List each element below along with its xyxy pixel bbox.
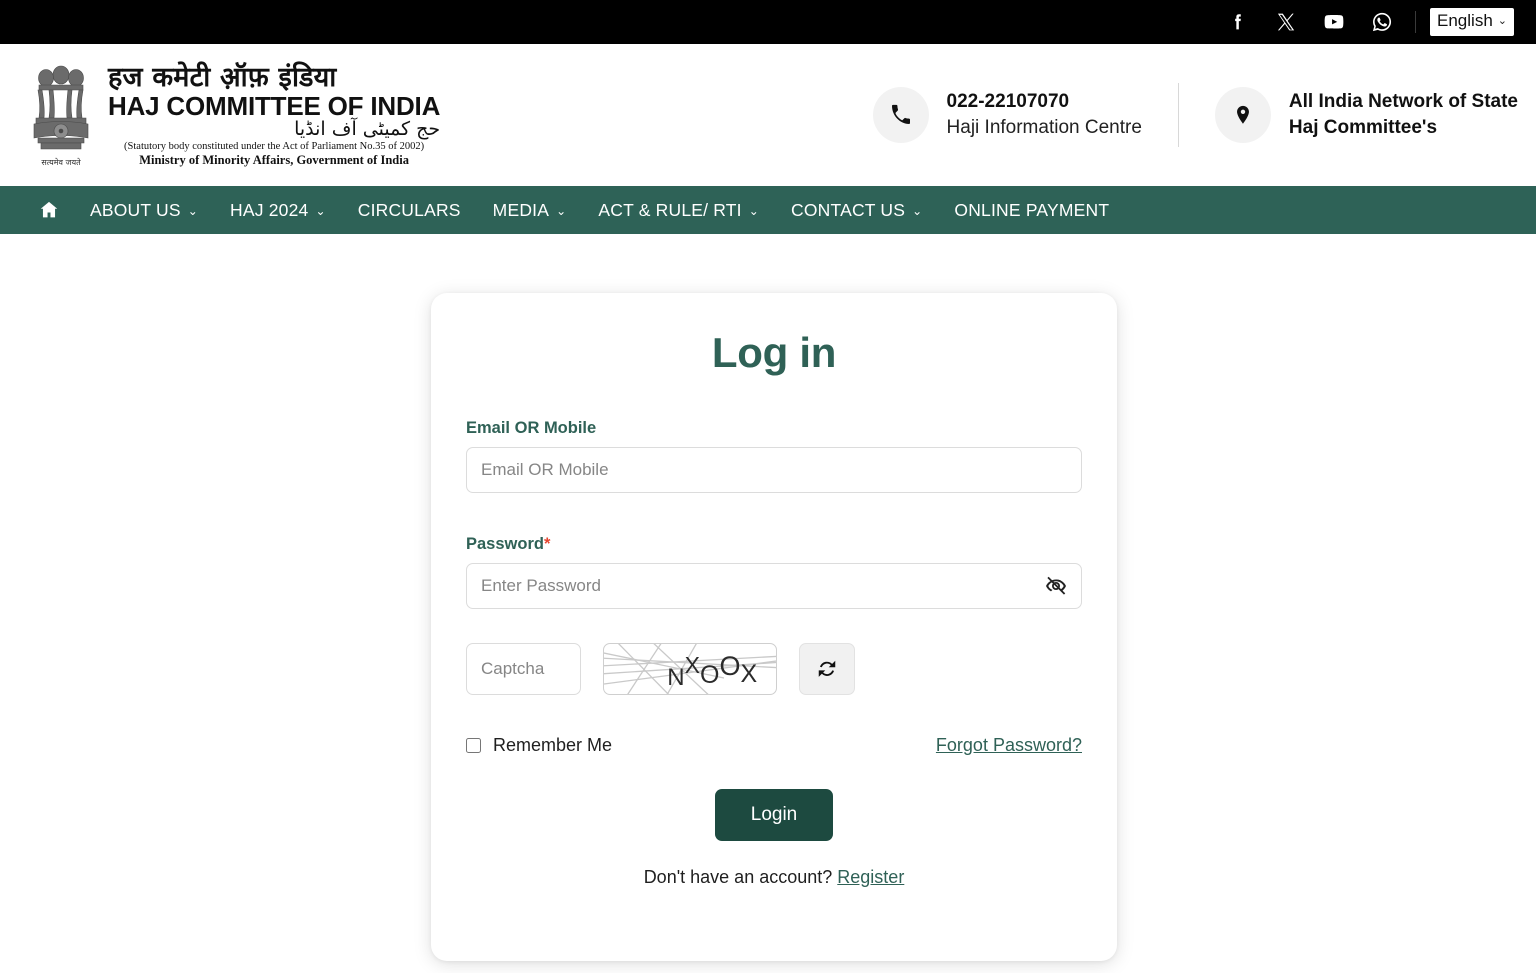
- header-divider: [1177, 83, 1179, 147]
- chevron-down-icon: ⌄: [748, 204, 759, 218]
- captcha-char: X: [684, 651, 700, 678]
- brand-statutory-note: (Statutory body constituted under the Ac…: [124, 140, 425, 152]
- login-card: Log in Email OR Mobile Password*: [431, 293, 1117, 961]
- captcha-row: NXOOX: [466, 643, 1082, 695]
- nav-item-media[interactable]: MEDIA ⌄: [477, 186, 583, 234]
- brand-text: हज कमेटी ऑ़फ़ इंडिया HAJ COMMITTEE OF IN…: [108, 64, 440, 167]
- svg-text:सत्यमेव जयते: सत्यमेव जयते: [41, 157, 81, 167]
- youtube-icon[interactable]: [1323, 11, 1345, 33]
- email-field-label: Email OR Mobile: [466, 419, 597, 437]
- nav-label: CONTACT US: [791, 199, 906, 220]
- location-pin-icon: [1214, 87, 1271, 143]
- password-input[interactable]: [466, 563, 1082, 609]
- contact-phone[interactable]: 022-22107070 Haji Information Centre: [872, 87, 1142, 143]
- captcha-input[interactable]: [466, 643, 581, 695]
- password-label-text: Password: [466, 535, 544, 553]
- refresh-icon: [816, 658, 838, 680]
- phone-icon: [872, 87, 929, 143]
- network-line-1: All India Network of State: [1288, 91, 1518, 113]
- language-selector[interactable]: English ⌄: [1430, 8, 1514, 36]
- nav-item-haj-2024[interactable]: HAJ 2024 ⌄: [214, 186, 342, 234]
- chevron-down-icon: ⌄: [1497, 14, 1507, 27]
- x-twitter-icon[interactable]: [1275, 11, 1297, 33]
- remember-forgot-row: Remember Me Forgot Password?: [466, 735, 1082, 756]
- register-prompt-text: Don't have an account?: [643, 867, 833, 887]
- nav-item-act-rule-rti[interactable]: ACT & RULE/ RTI ⌄: [582, 186, 775, 234]
- home-icon: [38, 199, 60, 221]
- nav-label: ONLINE PAYMENT: [954, 199, 1110, 220]
- brand-logo[interactable]: सत्यमेव जयते हज कमेटी ऑ़फ़ इंडिया HAJ CO…: [26, 59, 440, 171]
- login-button-wrapper: Login: [466, 789, 1082, 841]
- refresh-captcha-button[interactable]: [799, 643, 855, 695]
- nav-item-online-payment[interactable]: ONLINE PAYMENT: [938, 186, 1125, 234]
- brand-ministry-note: Ministry of Minority Affairs, Government…: [139, 153, 409, 167]
- site-header: सत्यमेव जयते हज कमेटी ऑ़फ़ इंडिया HAJ CO…: [0, 44, 1536, 186]
- register-link[interactable]: Register: [837, 867, 904, 887]
- password-field-label: Password*: [466, 535, 1082, 554]
- phone-number: 022-22107070: [946, 91, 1070, 113]
- chevron-down-icon: ⌄: [912, 204, 923, 218]
- nav-label: HAJ 2024: [230, 199, 309, 220]
- captcha-char: O: [719, 650, 741, 681]
- brand-name-urdu: حج کمیٹی آف انڈیا: [294, 117, 441, 140]
- captcha-char: O: [699, 660, 720, 689]
- email-or-mobile-input[interactable]: [466, 447, 1082, 493]
- nav-item-home[interactable]: [38, 186, 74, 234]
- topbar-divider: [1415, 11, 1417, 33]
- chevron-down-icon: ⌄: [187, 204, 199, 218]
- social-links: [1227, 11, 1393, 33]
- captcha-char: N: [667, 663, 685, 691]
- contact-network[interactable]: All India Network of State Haj Committee…: [1214, 87, 1518, 143]
- header-contact-area: 022-22107070 Haji Information Centre All…: [872, 83, 1518, 147]
- nav-item-about-us[interactable]: ABOUT US ⌄: [74, 186, 214, 234]
- required-marker: *: [543, 535, 551, 553]
- captcha-char: X: [740, 659, 758, 688]
- remember-me-label: Remember Me: [493, 735, 613, 755]
- register-prompt-row: Don't have an account? Register: [466, 867, 1082, 888]
- language-selected-label: English: [1437, 11, 1493, 31]
- network-line-2: Haj Committee's: [1288, 117, 1438, 138]
- page-title: Log in: [711, 329, 837, 376]
- nav-label: MEDIA: [492, 199, 550, 220]
- eye-slash-icon[interactable]: [1044, 574, 1068, 598]
- captcha-challenge-text: NXOOX: [623, 644, 758, 694]
- login-button[interactable]: Login: [714, 789, 834, 841]
- chevron-down-icon: ⌄: [315, 204, 326, 218]
- nav-label: ACT & RULE/ RTI: [598, 199, 742, 220]
- nav-item-circulars[interactable]: CIRCULARS: [342, 186, 477, 234]
- phone-caption: Haji Information Centre: [946, 117, 1142, 138]
- chevron-down-icon: ⌄: [556, 204, 567, 218]
- nav-label: ABOUT US: [90, 199, 181, 220]
- forgot-password-link[interactable]: Forgot Password?: [936, 735, 1082, 756]
- remember-me-input[interactable]: [466, 738, 481, 753]
- main-navigation: ABOUT US ⌄ HAJ 2024 ⌄ CIRCULARS MEDIA ⌄ …: [0, 186, 1536, 234]
- facebook-icon[interactable]: [1227, 11, 1249, 33]
- captcha-image: NXOOX: [603, 643, 777, 695]
- top-utility-bar: English ⌄: [0, 0, 1536, 44]
- nav-label: CIRCULARS: [357, 199, 461, 220]
- nav-item-contact-us[interactable]: CONTACT US ⌄: [775, 186, 938, 234]
- whatsapp-icon[interactable]: [1371, 11, 1393, 33]
- remember-me-checkbox[interactable]: Remember Me: [466, 735, 612, 756]
- ashoka-emblem-icon: सत्यमेव जयते: [26, 59, 96, 171]
- brand-name-english: HAJ COMMITTEE OF INDIA: [108, 90, 441, 121]
- brand-name-hindi: हज कमेटी ऑ़फ़ इंडिया: [108, 61, 337, 93]
- password-input-wrapper: [466, 563, 1082, 609]
- page-body: Log in Email OR Mobile Password*: [0, 234, 1536, 973]
